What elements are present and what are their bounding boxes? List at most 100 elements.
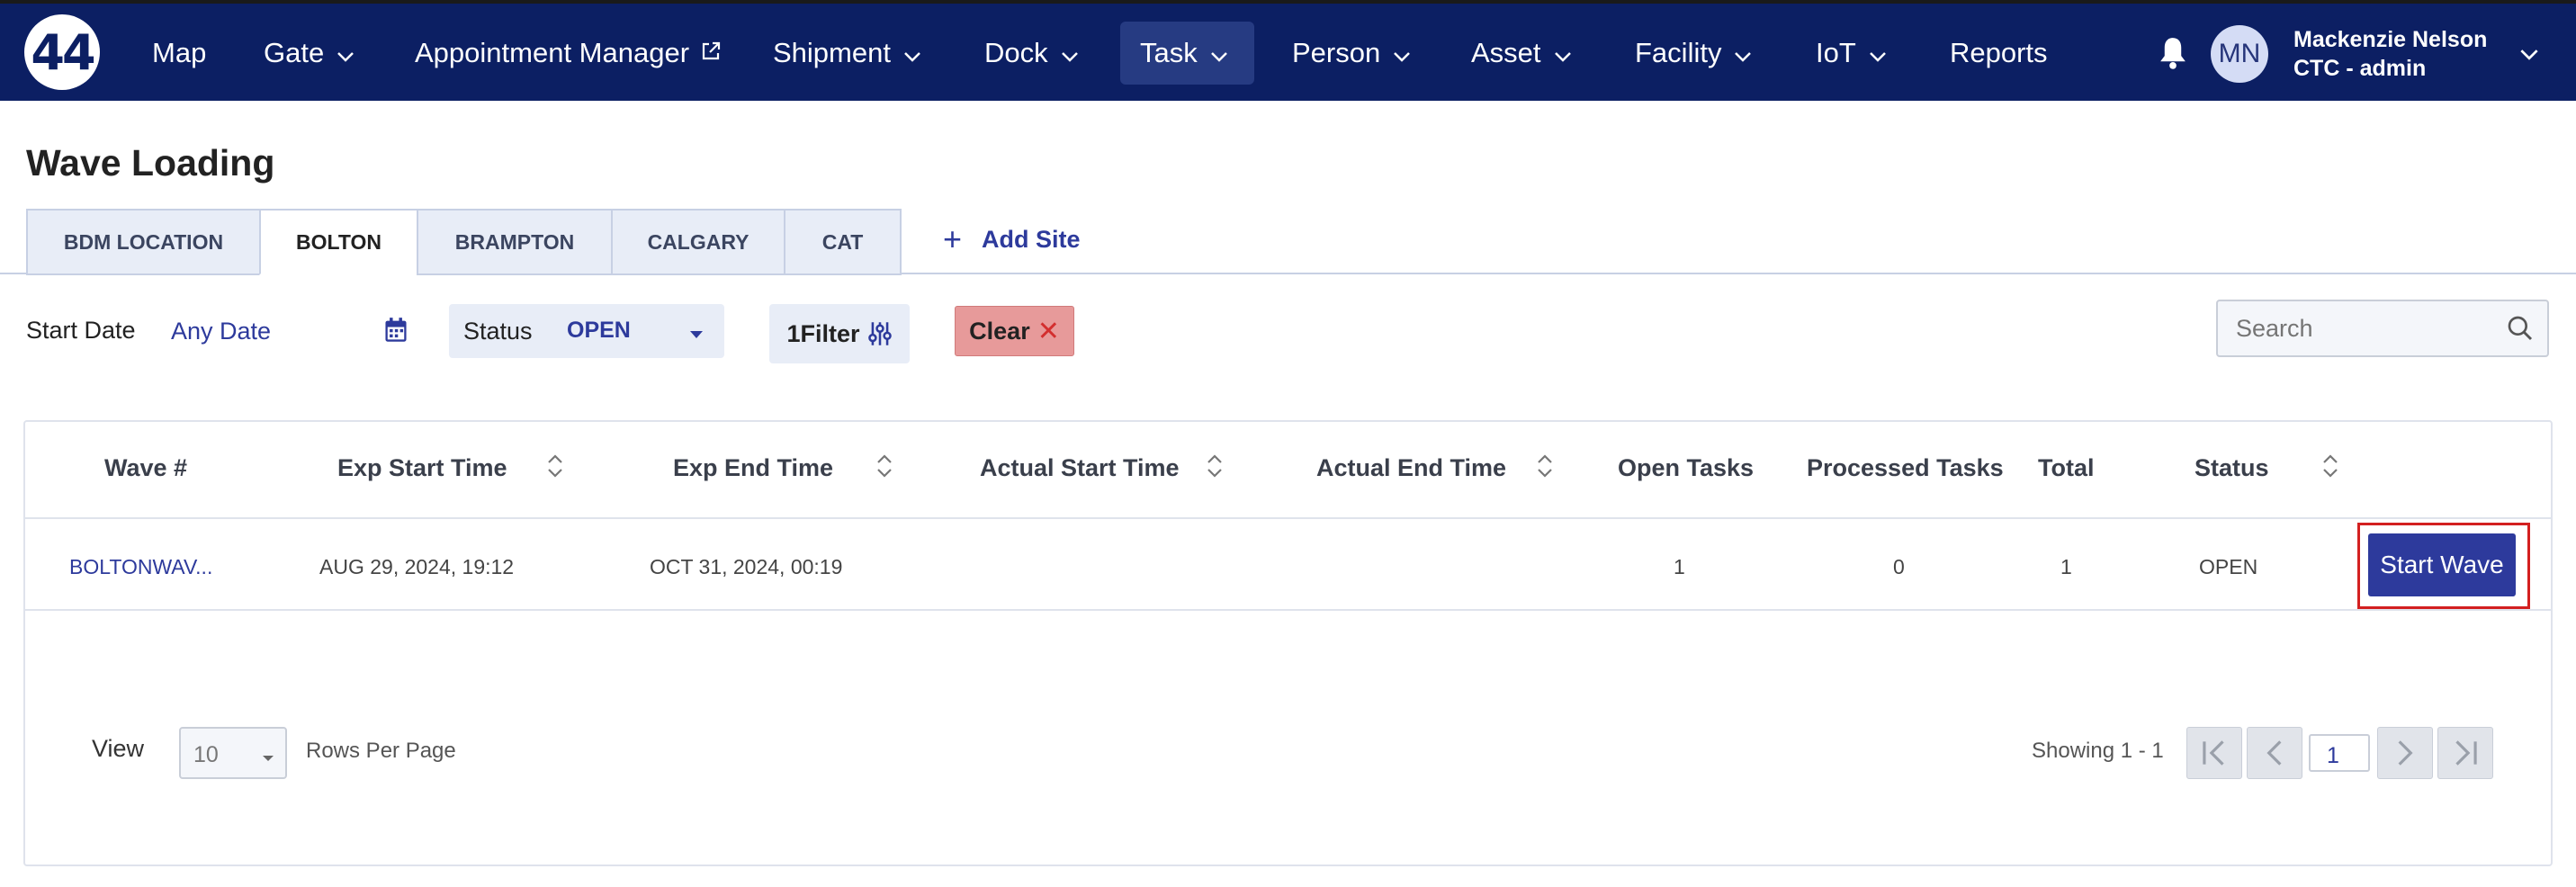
status-filter-value: OPEN [567, 318, 631, 343]
search-icon[interactable] [2506, 314, 2535, 347]
chevron-right-icon [2398, 740, 2413, 766]
previous-page-button[interactable] [2247, 727, 2302, 779]
tab-label: CAT [821, 229, 864, 254]
start-wave-button[interactable]: Start Wave [2368, 533, 2516, 596]
nav-item-person[interactable]: Person [1292, 22, 1411, 85]
tab-bdm-location[interactable]: BDM LOCATION [26, 209, 259, 275]
logo-text: 44 [31, 23, 95, 81]
rows-per-page-select[interactable]: 10 [179, 727, 287, 779]
column-header-actual-end-time[interactable]: Actual End Time [1316, 454, 1506, 482]
tab-cat[interactable]: CAT [784, 209, 902, 275]
nav-item-dock[interactable]: Dock [984, 22, 1079, 85]
top-nav-bar: 44 Map Gate Appointment Manager Shipment… [0, 0, 2576, 101]
nav-item-label: Dock [984, 37, 1048, 68]
search-box [2216, 300, 2549, 357]
table-row: BOLTONWAV... AUG 29, 2024, 19:12 OCT 31,… [25, 519, 2551, 611]
search-input[interactable] [2218, 301, 2488, 355]
last-page-icon [2455, 740, 2477, 766]
tab-bolton[interactable]: BOLTON [259, 209, 417, 275]
nav-item-asset[interactable]: Asset [1471, 22, 1572, 85]
tab-calgary[interactable]: CALGARY [611, 209, 784, 275]
filter-label: Filter [800, 319, 860, 347]
nav-item-label: Appointment Manager [415, 37, 690, 68]
chevron-down-icon [1393, 37, 1411, 69]
chevron-down-icon [1554, 37, 1572, 69]
app-logo[interactable]: 44 [24, 14, 100, 90]
nav-item-label: Map [152, 37, 207, 68]
sort-icon[interactable] [2320, 452, 2340, 484]
nav-item-label: Facility [1635, 37, 1722, 68]
site-tabs: BDM LOCATION BOLTON BRAMPTON CALGARY CAT [26, 209, 902, 275]
column-header-exp-end-time[interactable]: Exp End Time [673, 454, 833, 482]
sort-icon[interactable] [545, 452, 565, 484]
page-number-input[interactable]: 1 [2309, 734, 2370, 772]
user-role: CTC - admin [2293, 56, 2427, 81]
column-header-status[interactable]: Status [2195, 454, 2269, 482]
nav-item-label: Shipment [773, 37, 891, 68]
nav-item-facility[interactable]: Facility [1635, 22, 1752, 85]
clear-filters-button[interactable]: Clear ✕ [955, 306, 1074, 356]
chevron-down-icon[interactable] [2519, 49, 2539, 65]
chevron-down-icon [1734, 37, 1752, 69]
chevron-down-icon [903, 37, 921, 69]
nav-item-label: IoT [1816, 37, 1856, 68]
nav-item-appointment-manager[interactable]: Appointment Manager [415, 22, 722, 85]
nav-item-iot[interactable]: IoT [1816, 22, 1887, 85]
nav-item-map[interactable]: Map [152, 22, 206, 85]
column-header-actual-start-time[interactable]: Actual Start Time [980, 454, 1180, 482]
first-page-icon [2203, 740, 2224, 766]
add-site-label: Add Site [982, 225, 1081, 253]
open-tasks-cell: 1 [1674, 555, 1685, 578]
add-site-button[interactable]: + Add Site [943, 223, 1081, 255]
rows-per-page-value: 10 [193, 742, 219, 767]
column-header-exp-start-time[interactable]: Exp Start Time [337, 454, 507, 482]
total-cell: 1 [2060, 555, 2072, 578]
chevron-down-icon [1061, 37, 1079, 69]
caret-down-icon [262, 750, 274, 766]
status-cell: OPEN [2199, 555, 2258, 578]
wave-id-link[interactable]: BOLTONWAV... [69, 555, 212, 579]
exp-start-time-cell: AUG 29, 2024, 19:12 [319, 555, 515, 578]
waves-table-panel: Wave # Exp Start Time Exp End Time Actua… [23, 420, 2553, 866]
user-name: Mackenzie Nelson [2293, 27, 2488, 52]
tab-brampton[interactable]: BRAMPTON [417, 209, 611, 275]
chevron-down-icon [1210, 37, 1228, 69]
tab-label: BDM LOCATION [63, 229, 224, 254]
rows-per-page-label: Rows Per Page [306, 739, 456, 763]
tab-label: BRAMPTON [454, 229, 575, 254]
column-header-open-tasks: Open Tasks [1618, 454, 1755, 481]
start-date-value[interactable]: Any Date [171, 318, 271, 345]
nav-item-reports[interactable]: Reports [1950, 22, 2048, 85]
sort-icon[interactable] [1535, 452, 1555, 484]
nav-item-label: Reports [1950, 37, 2048, 68]
calendar-icon[interactable] [383, 317, 408, 348]
column-header-processed-tasks: Processed Tasks [1807, 454, 2004, 481]
status-filter-select[interactable]: Status OPEN [449, 304, 724, 358]
next-page-button[interactable] [2377, 727, 2433, 779]
last-page-button[interactable] [2437, 727, 2493, 779]
external-link-icon [700, 37, 722, 69]
nav-item-task[interactable]: Task [1120, 22, 1254, 85]
view-label: View [92, 735, 145, 762]
avatar-initials: MN [2218, 39, 2261, 68]
close-icon: ✕ [1037, 316, 1060, 346]
nav-item-label: Gate [264, 37, 325, 68]
table-header: Wave # Exp Start Time Exp End Time Actua… [25, 422, 2551, 519]
sort-icon[interactable] [875, 452, 894, 484]
sort-icon[interactable] [1205, 452, 1225, 484]
nav-item-label: Person [1292, 37, 1381, 68]
chevron-left-icon [2266, 740, 2282, 766]
filter-count: 1 [786, 319, 801, 347]
nav-item-label: Task [1140, 37, 1198, 68]
avatar[interactable]: MN [2211, 25, 2268, 83]
chevron-down-icon [1869, 37, 1887, 69]
plus-icon: + [943, 220, 963, 257]
start-date-label: Start Date [26, 317, 136, 344]
first-page-button[interactable] [2186, 727, 2242, 779]
nav-item-gate[interactable]: Gate [264, 22, 355, 85]
status-filter-label: Status [463, 318, 533, 345]
filter-button[interactable]: 1 Filter [769, 304, 910, 363]
chevron-down-icon [337, 37, 355, 69]
bell-icon[interactable] [2156, 35, 2190, 76]
nav-item-shipment[interactable]: Shipment [773, 22, 921, 85]
